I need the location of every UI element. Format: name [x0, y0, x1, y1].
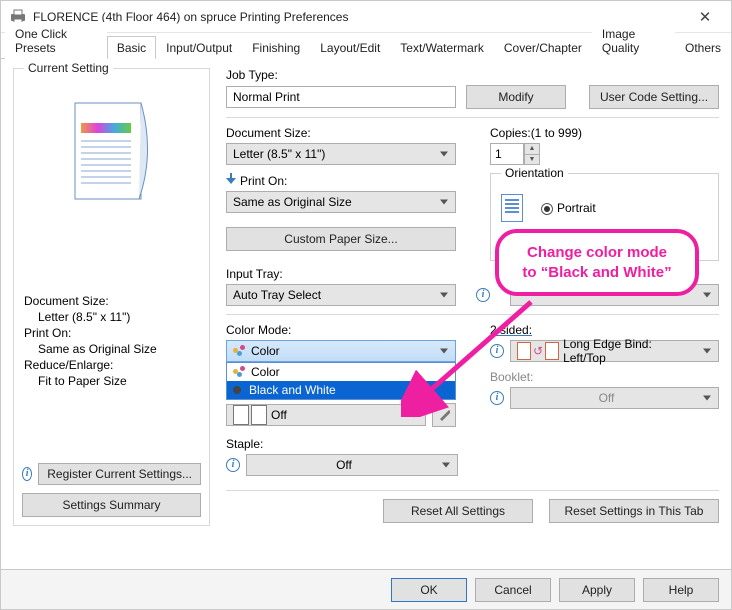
tab-text-watermark[interactable]: Text/Watermark	[390, 36, 494, 59]
help-button[interactable]: Help	[643, 578, 719, 602]
staple-label: Staple:	[226, 437, 719, 451]
orientation-label: Orientation	[501, 166, 568, 180]
cancel-button[interactable]: Cancel	[475, 578, 551, 602]
orientation-portrait-radio[interactable]: Portrait	[541, 201, 596, 215]
content-area: Current Setting	[1, 60, 731, 569]
color-mode-option-color[interactable]: Color	[227, 363, 455, 381]
dialog-button-bar: OK Cancel Apply Help	[1, 569, 731, 609]
info-icon[interactable]: i	[476, 288, 490, 302]
custom-paper-button[interactable]: Custom Paper Size...	[226, 227, 456, 251]
register-settings-button[interactable]: Register Current Settings...	[38, 463, 201, 485]
booklet-select[interactable]: Off	[510, 387, 719, 409]
doc-size-label: Document Size:	[226, 126, 466, 140]
window-title: FLORENCE (4th Floor 464) on spruce Print…	[33, 10, 687, 24]
booklet-label: Booklet:	[490, 370, 719, 384]
color-mode-select[interactable]: Color Color Black and White	[226, 340, 456, 362]
input-tray-select[interactable]: Auto Tray Select	[226, 284, 456, 306]
close-icon[interactable]: ✕	[687, 8, 723, 26]
layout-thumbs-icon	[233, 405, 267, 425]
color-mode-dropdown: Color Black and White	[226, 362, 456, 400]
doc-size-select[interactable]: Letter (8.5" x 11")	[226, 143, 456, 165]
layout-select[interactable]: Off	[226, 404, 426, 426]
spec-doc-size: Document Size: Letter (8.5" x 11")	[22, 293, 201, 325]
spec-reduce: Reduce/Enlarge: Fit to Paper Size	[22, 357, 201, 389]
two-sided-icon: ↺	[517, 342, 559, 360]
tab-finishing[interactable]: Finishing	[242, 36, 310, 59]
info-icon[interactable]: i	[226, 458, 240, 472]
tab-cover-chapter[interactable]: Cover/Chapter	[494, 36, 592, 59]
info-icon[interactable]: i	[22, 467, 32, 481]
copies-stepper[interactable]: 1 ▲ ▼	[490, 143, 719, 165]
tab-input-output[interactable]: Input/Output	[156, 36, 242, 59]
chevron-down-icon[interactable]: ▼	[524, 154, 540, 166]
color-dots-icon	[233, 345, 247, 357]
ok-button[interactable]: OK	[391, 578, 467, 602]
apply-button[interactable]: Apply	[559, 578, 635, 602]
pencil-icon	[438, 409, 450, 421]
tab-bar: One Click Presets Basic Input/Output Fin…	[1, 33, 731, 59]
chevron-up-icon[interactable]: ▲	[524, 143, 540, 154]
job-type-label: Job Type:	[226, 68, 719, 82]
current-setting-label: Current Setting	[24, 61, 113, 75]
tab-others[interactable]: Others	[675, 36, 731, 59]
down-arrow-icon	[226, 173, 236, 185]
info-icon[interactable]: i	[490, 391, 504, 405]
print-on-label: Print On:	[226, 173, 466, 188]
copies-label: Copies:(1 to 999)	[490, 126, 719, 140]
two-sided-select[interactable]: ↺ Long Edge Bind: Left/Top	[510, 340, 719, 362]
window: FLORENCE (4th Floor 464) on spruce Print…	[0, 0, 732, 610]
current-setting-panel: Current Setting	[13, 68, 210, 526]
staple-select[interactable]: Off	[246, 454, 458, 476]
two-sided-label: 2 sided:	[490, 323, 532, 337]
tab-basic[interactable]: Basic	[107, 36, 156, 59]
page-preview-icon	[57, 93, 167, 213]
spec-print-on: Print On: Same as Original Size	[22, 325, 201, 357]
layout-details-button[interactable]	[432, 403, 456, 427]
reset-tab-button[interactable]: Reset Settings in This Tab	[549, 499, 719, 523]
color-mode-label: Color Mode:	[226, 323, 466, 337]
user-code-button[interactable]: User Code Setting...	[589, 85, 719, 109]
print-on-select[interactable]: Same as Original Size	[226, 191, 456, 213]
tab-image-quality[interactable]: Image Quality	[592, 22, 675, 59]
page-portrait-icon	[501, 194, 523, 222]
reset-all-button[interactable]: Reset All Settings	[383, 499, 533, 523]
annotation-callout: Change color mode to “Black and White”	[495, 229, 699, 296]
settings-summary-button[interactable]: Settings Summary	[22, 493, 201, 517]
tab-one-click-presets[interactable]: One Click Presets	[5, 22, 107, 59]
job-type-value: Normal Print	[226, 86, 456, 108]
color-dots-icon	[233, 366, 247, 378]
bw-dot-icon	[233, 386, 241, 394]
info-icon[interactable]: i	[490, 344, 504, 358]
modify-button[interactable]: Modify	[466, 85, 566, 109]
tab-layout-edit[interactable]: Layout/Edit	[310, 36, 390, 59]
color-mode-option-bw[interactable]: Black and White	[227, 381, 455, 399]
